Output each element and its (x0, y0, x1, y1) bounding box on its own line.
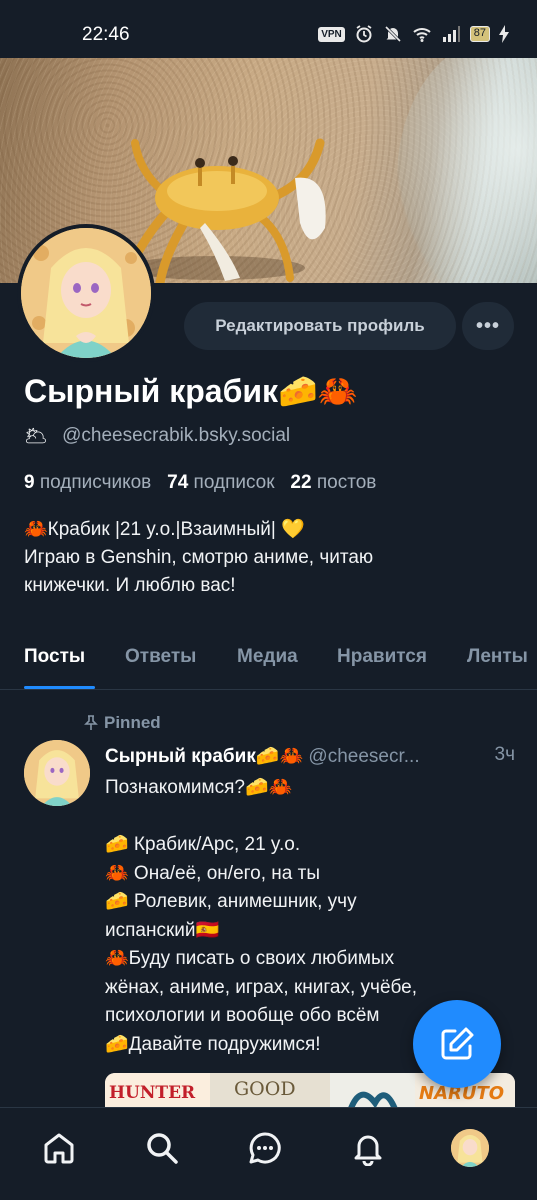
following-label: подписок (193, 472, 275, 493)
profile-stats: 9 подписчиков 74 подписок 22 постов (24, 472, 376, 494)
posts-count: 22 (290, 472, 312, 493)
tab-likes[interactable]: Нравится (337, 646, 427, 668)
nav-search[interactable] (142, 1128, 182, 1168)
post-line: 🦀Буду писать о своих любимых (105, 948, 395, 969)
tab-media[interactable]: Медиа (237, 646, 298, 668)
avatar-illustration (24, 740, 90, 806)
nav-notifications[interactable] (348, 1128, 388, 1168)
bio-line: 🦀Крабик |21 y.o.|Взаимный| 💛 (24, 519, 305, 540)
post-line: испанский🇪🇸 (105, 919, 220, 941)
alarm-icon (356, 25, 372, 43)
status-time: 22:46 (82, 24, 130, 45)
post-timestamp: 3ч (494, 744, 515, 765)
vpn-badge: VPN (318, 26, 345, 42)
signal-icon (442, 26, 460, 42)
post-line: жёнах, аниме, играх, книгах, учёбе, (105, 976, 418, 998)
followers-label: подписчиков (39, 472, 152, 493)
media-label-hunter: HUNTER (109, 1083, 196, 1103)
post-author-handle[interactable]: @cheesecr... (308, 746, 419, 767)
profile-avatar[interactable] (17, 224, 155, 362)
following-count: 74 (167, 472, 189, 493)
status-bar: 22:46 VPN 87 (0, 0, 537, 58)
pin-icon (84, 715, 98, 730)
compose-post-button[interactable] (413, 1000, 501, 1088)
post-author-avatar[interactable] (24, 740, 90, 806)
bottom-navigation (0, 1107, 537, 1200)
profile-tabs: Посты Ответы Медиа Нравится Ленты (0, 630, 537, 690)
avatar-illustration (21, 228, 151, 358)
profile-bio: 🦀Крабик |21 y.o.|Взаимный| 💛 Играю в Gen… (24, 516, 514, 600)
post-line: 🧀 Крабик/Арс, 21 y.o. (105, 834, 301, 855)
pinned-label: Pinned (104, 713, 161, 732)
status-icons: VPN 87 (318, 24, 509, 44)
posts-label: постов (316, 472, 377, 493)
profile-handle[interactable]: @cheesecrabik.bsky.social (62, 425, 290, 447)
posts-stat: 22 постов (290, 472, 376, 493)
active-tab-indicator (24, 686, 95, 689)
followers-stat[interactable]: 9 подписчиков (24, 472, 151, 493)
bio-line: Играю в Genshin, смотрю аниме, читаю (24, 547, 374, 568)
tab-feeds[interactable]: Ленты (467, 646, 528, 668)
chat-icon (249, 1132, 281, 1164)
charging-icon (499, 25, 509, 43)
tab-replies[interactable]: Ответы (125, 646, 196, 668)
post-author-name[interactable]: Сырный крабик🧀🦀 (105, 746, 303, 767)
search-icon (147, 1133, 178, 1164)
nav-chat[interactable] (245, 1128, 285, 1168)
followers-count: 9 (24, 472, 35, 493)
edit-profile-button[interactable]: Редактировать профиль (184, 302, 456, 350)
bio-line: книжечки. И люблю вас! (24, 575, 236, 596)
compose-icon (441, 1027, 474, 1060)
post-header: Сырный крабик🧀🦀 @cheesecr... 3ч (105, 744, 515, 768)
tab-posts[interactable]: Посты (24, 646, 85, 668)
battery-icon: 87 (469, 26, 490, 42)
media-label-good: GOOD (234, 1078, 296, 1100)
following-stat[interactable]: 74 подписок (167, 472, 274, 493)
wifi-icon (413, 28, 431, 42)
mute-icon (384, 25, 401, 43)
banner-wave (397, 58, 537, 283)
avatar-illustration (451, 1129, 489, 1167)
nav-profile[interactable] (450, 1128, 490, 1168)
nav-home[interactable] (39, 1128, 79, 1168)
bell-icon (354, 1135, 382, 1166)
post-line: 🧀 Ролевик, анимешник, учу (105, 891, 357, 912)
more-options-button[interactable]: ••• (462, 302, 514, 350)
post-line: Познакомимся?🧀🦀 (105, 777, 293, 798)
post-line: 🦀 Она/её, он/его, на ты (105, 862, 320, 884)
pinned-indicator: Pinned (84, 713, 161, 733)
handle-row: 🌥 @cheesecrabik.bsky.social (24, 424, 290, 448)
post-line (105, 803, 515, 832)
display-name: Сырный крабик🧀🦀 (24, 373, 358, 409)
home-icon (44, 1133, 74, 1164)
handle-emoji: 🌥 (24, 426, 49, 447)
profile-avatar-icon (451, 1129, 489, 1167)
